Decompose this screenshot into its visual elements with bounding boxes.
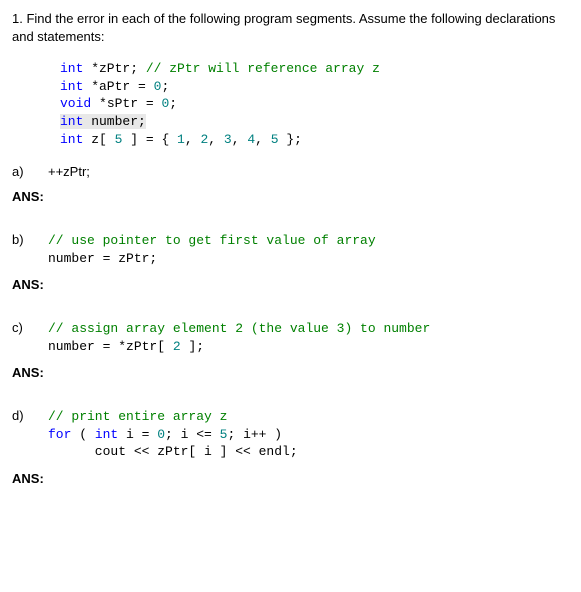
ans-c: ANS: xyxy=(12,365,569,380)
code-text: *sPtr = xyxy=(91,96,161,111)
code-text: ; i <= xyxy=(165,427,220,442)
kw-int: int xyxy=(60,132,83,147)
code-text: cout << zPtr[ i ] << endl; xyxy=(48,444,298,459)
part-d-row: d) // print entire array z for ( int i =… xyxy=(12,408,569,461)
code-text: number = *zPtr[ xyxy=(48,339,173,354)
part-a-label: a) xyxy=(12,164,48,179)
comment: // use pointer to get first value of arr… xyxy=(48,233,376,248)
code-text: }; xyxy=(279,132,302,147)
kw-for: for xyxy=(48,427,71,442)
part-a-row: a) ++zPtr; xyxy=(12,164,569,179)
part-a-code: ++zPtr; xyxy=(48,164,90,179)
highlighted-line: int number; xyxy=(60,114,146,129)
part-c-label: c) xyxy=(12,320,48,335)
comment: // print entire array z xyxy=(48,409,227,424)
code-text: ; xyxy=(161,79,169,94)
part-d-code: // print entire array z for ( int i = 0;… xyxy=(48,408,298,461)
part-c-row: c) // assign array element 2 (the value … xyxy=(12,320,569,355)
comment: // assign array element 2 (the value 3) … xyxy=(48,321,430,336)
ans-b: ANS: xyxy=(12,277,569,292)
code-text: , xyxy=(255,132,271,147)
kw-void: void xyxy=(60,96,91,111)
ans-d: ANS: xyxy=(12,471,569,486)
part-c-code: // assign array element 2 (the value 3) … xyxy=(48,320,430,355)
part-d-label: d) xyxy=(12,408,48,423)
code-text: *aPtr = xyxy=(83,79,153,94)
kw-int: int xyxy=(60,79,83,94)
num: 4 xyxy=(247,132,255,147)
code-text: , xyxy=(185,132,201,147)
code-text: ; i++ ) xyxy=(227,427,282,442)
code-text: i = xyxy=(118,427,157,442)
part-b-row: b) // use pointer to get first value of … xyxy=(12,232,569,267)
kw-int: int xyxy=(60,61,83,76)
declarations-code: int *zPtr; // zPtr will reference array … xyxy=(60,60,569,148)
kw-int: int xyxy=(60,114,83,129)
num: 1 xyxy=(177,132,185,147)
code-text: number = zPtr; xyxy=(48,251,157,266)
code-text: , xyxy=(232,132,248,147)
part-b-label: b) xyxy=(12,232,48,247)
num: 2 xyxy=(173,339,181,354)
code-text: ( xyxy=(71,427,94,442)
num: 5 xyxy=(271,132,279,147)
code-text: *zPtr; xyxy=(83,61,145,76)
num: 3 xyxy=(224,132,232,147)
ans-a: ANS: xyxy=(12,189,569,204)
code-text: number; xyxy=(83,114,145,129)
code-text: , xyxy=(208,132,224,147)
code-text: ] = { xyxy=(122,132,177,147)
code-text: z[ xyxy=(83,132,114,147)
question-text: 1. Find the error in each of the followi… xyxy=(12,10,569,46)
part-b-code: // use pointer to get first value of arr… xyxy=(48,232,376,267)
num: 0 xyxy=(157,427,165,442)
code-text: ]; xyxy=(181,339,204,354)
comment: // zPtr will reference array z xyxy=(146,61,380,76)
code-text: ; xyxy=(169,96,177,111)
kw-int: int xyxy=(95,427,118,442)
